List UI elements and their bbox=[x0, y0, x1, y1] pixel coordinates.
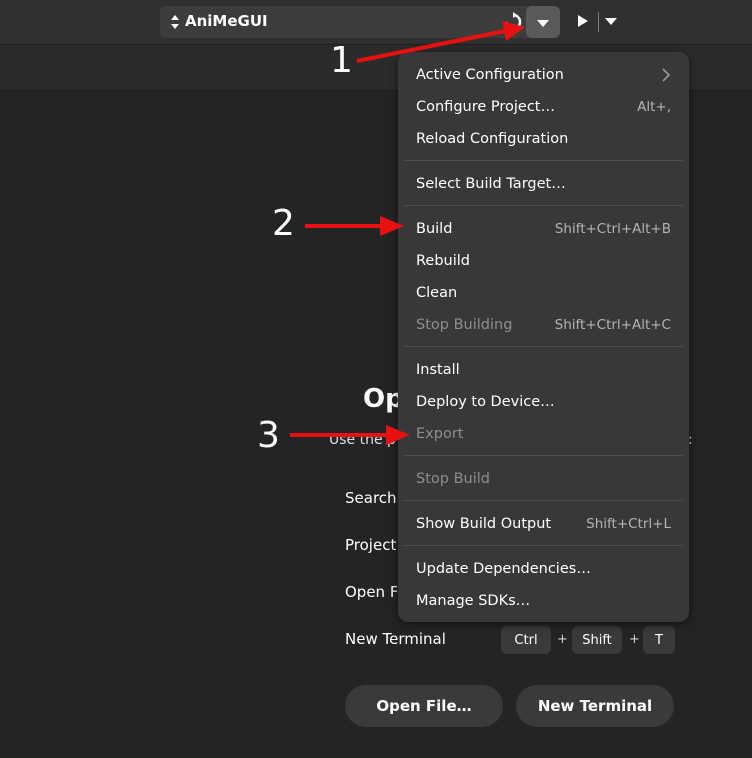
menu-item-clean[interactable]: Clean bbox=[416, 279, 671, 307]
shortcut-search-label: Search bbox=[345, 489, 397, 507]
menu-item-label: Deploy to Device… bbox=[416, 394, 555, 410]
shortcut-new-terminal-label: New Terminal bbox=[345, 630, 446, 648]
key-plus: + bbox=[629, 632, 640, 647]
annotation-label-2: 2 bbox=[272, 203, 295, 244]
menu-item-stop-build: Stop Build bbox=[416, 465, 671, 493]
menu-item-label: Reload Configuration bbox=[416, 131, 569, 147]
shortcut-project-label: Project S bbox=[345, 536, 397, 554]
key-t: T bbox=[643, 626, 675, 654]
menu-item-label: Stop Build bbox=[416, 471, 490, 487]
chevron-down-icon bbox=[537, 20, 549, 27]
menu-item-update-dependencies[interactable]: Update Dependencies… bbox=[416, 555, 671, 583]
welcome-description: Use the pa bbox=[329, 432, 395, 448]
menu-item-label: Install bbox=[416, 362, 460, 378]
configuration-title: AniMeGUI bbox=[185, 12, 268, 30]
menu-item-label: Clean bbox=[416, 285, 458, 301]
menu-item-active-configuration[interactable]: Active Configuration bbox=[416, 61, 671, 89]
build-menu: Active Configuration Configure Project… … bbox=[398, 52, 689, 622]
menu-item-label: Configure Project… bbox=[416, 99, 555, 115]
menu-item-export: Export bbox=[416, 420, 671, 448]
menu-separator bbox=[404, 500, 683, 501]
run-options-chevron-icon[interactable] bbox=[605, 18, 617, 25]
menu-separator bbox=[404, 545, 683, 546]
menu-item-reload-configuration[interactable]: Reload Configuration bbox=[416, 125, 671, 153]
run-icon[interactable] bbox=[578, 15, 588, 27]
menu-separator bbox=[404, 346, 683, 347]
menu-item-deploy-to-device[interactable]: Deploy to Device… bbox=[416, 388, 671, 416]
up-down-chevron-icon bbox=[171, 15, 179, 29]
key-shift: Shift bbox=[572, 626, 622, 654]
menu-item-show-build-output[interactable]: Show Build Output Shift+Ctrl+L bbox=[416, 510, 671, 538]
menu-item-label: Manage SDKs… bbox=[416, 593, 531, 609]
shortcut-open-file-label: Open Fil bbox=[345, 583, 397, 601]
menu-item-label: Update Dependencies… bbox=[416, 561, 591, 577]
menu-item-select-build-target[interactable]: Select Build Target… bbox=[416, 170, 671, 198]
menu-item-configure-project[interactable]: Configure Project… Alt+, bbox=[416, 93, 671, 121]
menu-item-stop-building: Stop Building Shift+Ctrl+Alt+C bbox=[416, 311, 671, 339]
menu-item-accelerator: Shift+Ctrl+Alt+B bbox=[554, 221, 671, 237]
menu-separator bbox=[404, 455, 683, 456]
menu-separator bbox=[404, 160, 683, 161]
menu-item-label: Stop Building bbox=[416, 317, 513, 333]
annotation-arrow-2 bbox=[305, 216, 404, 236]
new-terminal-button[interactable]: New Terminal bbox=[516, 685, 674, 727]
menu-item-accelerator: Alt+, bbox=[637, 99, 671, 115]
menu-item-label: Export bbox=[416, 426, 464, 442]
menu-item-accelerator: Shift+Ctrl+Alt+C bbox=[554, 317, 671, 333]
annotation-label-3: 3 bbox=[257, 415, 280, 456]
menu-item-manage-sdks[interactable]: Manage SDKs… bbox=[416, 587, 671, 615]
annotation-label-1: 1 bbox=[330, 40, 353, 81]
menu-item-label: Build bbox=[416, 221, 453, 237]
menu-separator bbox=[404, 205, 683, 206]
build-menu-button[interactable] bbox=[526, 6, 560, 38]
menu-item-label: Show Build Output bbox=[416, 516, 552, 532]
menu-item-rebuild[interactable]: Rebuild bbox=[416, 247, 671, 275]
menu-item-install[interactable]: Install bbox=[416, 356, 671, 384]
key-plus: + bbox=[557, 632, 568, 647]
menu-item-label: Active Configuration bbox=[416, 67, 564, 83]
menu-item-accelerator: Shift+Ctrl+L bbox=[586, 516, 671, 532]
menu-item-label: Rebuild bbox=[416, 253, 470, 269]
chevron-right-icon bbox=[662, 68, 671, 82]
menu-item-label: Select Build Target… bbox=[416, 176, 566, 192]
build-progress-icon bbox=[504, 12, 522, 31]
run-separator bbox=[598, 12, 599, 32]
key-ctrl: Ctrl bbox=[501, 626, 551, 654]
open-file-button[interactable]: Open File… bbox=[345, 685, 503, 727]
menu-item-build[interactable]: Build Shift+Ctrl+Alt+B bbox=[416, 215, 671, 243]
